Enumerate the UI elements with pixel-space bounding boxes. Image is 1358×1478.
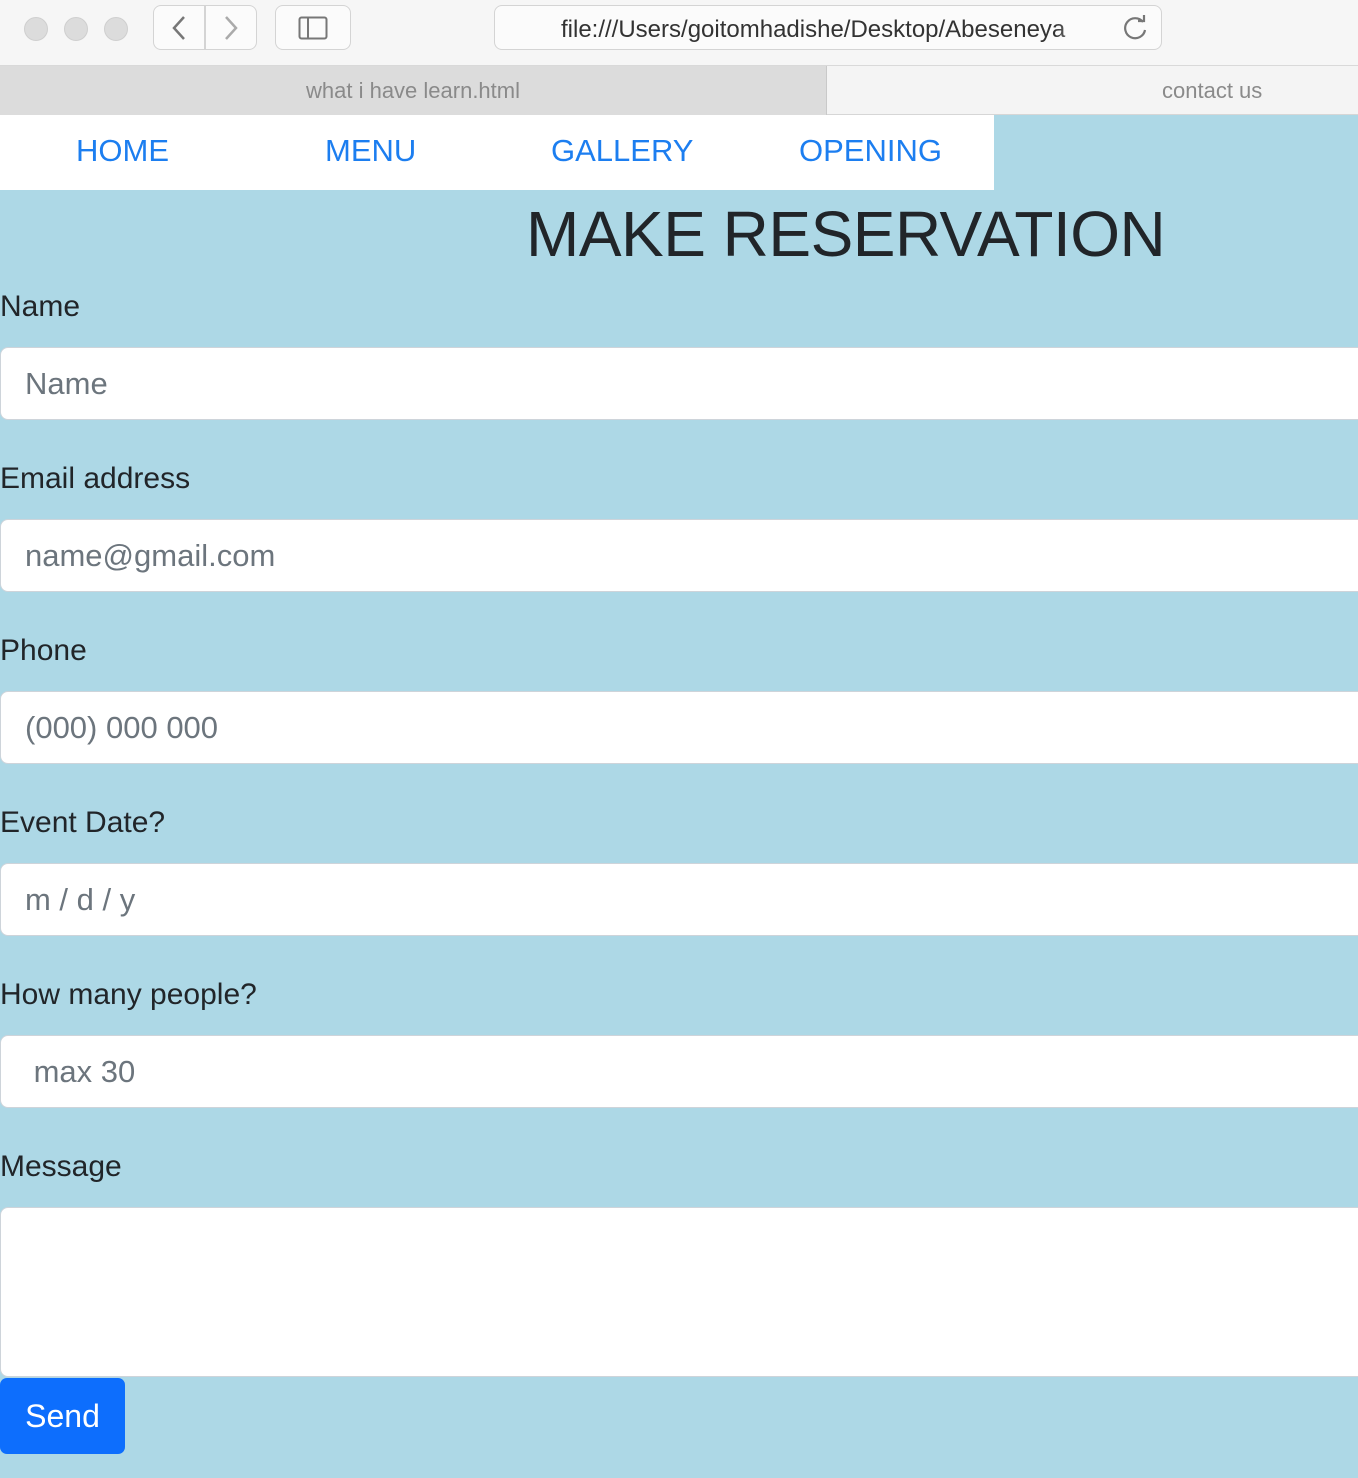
address-fade (1055, 10, 1105, 46)
sidebar-icon (298, 16, 328, 39)
sidebar-toggle-button[interactable] (275, 5, 351, 50)
name-label: Name (0, 290, 81, 323)
zoom-window-button[interactable] (104, 17, 128, 41)
tab-what-i-have-learn[interactable]: what i have learn.html (0, 66, 827, 115)
nav-link-opening[interactable]: OPENING (799, 133, 942, 169)
nav-link-gallery[interactable]: GALLERY (551, 133, 693, 169)
chevron-right-icon (225, 15, 238, 40)
back-button[interactable] (153, 5, 205, 50)
main-nav: HOME MENU GALLERY OPENING (0, 115, 994, 190)
page-title: MAKE RESERVATION (526, 198, 1166, 270)
email-label: Email address (0, 462, 191, 495)
name-input[interactable] (0, 347, 1358, 420)
tab-bar: what i have learn.html contact us (0, 66, 1358, 115)
chevron-left-icon (172, 15, 185, 40)
event-date-label: Event Date? (0, 806, 166, 839)
forward-button[interactable] (205, 5, 257, 50)
send-button[interactable]: Send (0, 1378, 125, 1454)
tab-contact-us[interactable]: contact us (828, 66, 1358, 115)
phone-input[interactable] (0, 691, 1358, 764)
email-input[interactable] (0, 519, 1358, 592)
message-textarea[interactable] (0, 1207, 1358, 1377)
tab-label: contact us (1162, 78, 1263, 103)
nav-link-home[interactable]: HOME (76, 133, 169, 169)
address-url: file:///Users/goitomhadishe/Desktop/Abes… (561, 16, 1066, 43)
message-label: Message (0, 1150, 122, 1183)
event-date-input[interactable] (0, 863, 1358, 936)
people-count-input[interactable] (0, 1035, 1358, 1108)
nav-link-menu[interactable]: MENU (325, 133, 416, 169)
people-count-label: How many people? (0, 978, 257, 1011)
browser-toolbar: file:///Users/goitomhadishe/Desktop/Abes… (0, 0, 1358, 66)
close-window-button[interactable] (24, 17, 48, 41)
tab-label: what i have learn.html (306, 77, 520, 103)
address-bar[interactable]: file:///Users/goitomhadishe/Desktop/Abes… (494, 5, 1162, 50)
phone-label: Phone (0, 634, 87, 667)
reload-icon[interactable] (1121, 14, 1149, 42)
minimize-window-button[interactable] (64, 17, 88, 41)
